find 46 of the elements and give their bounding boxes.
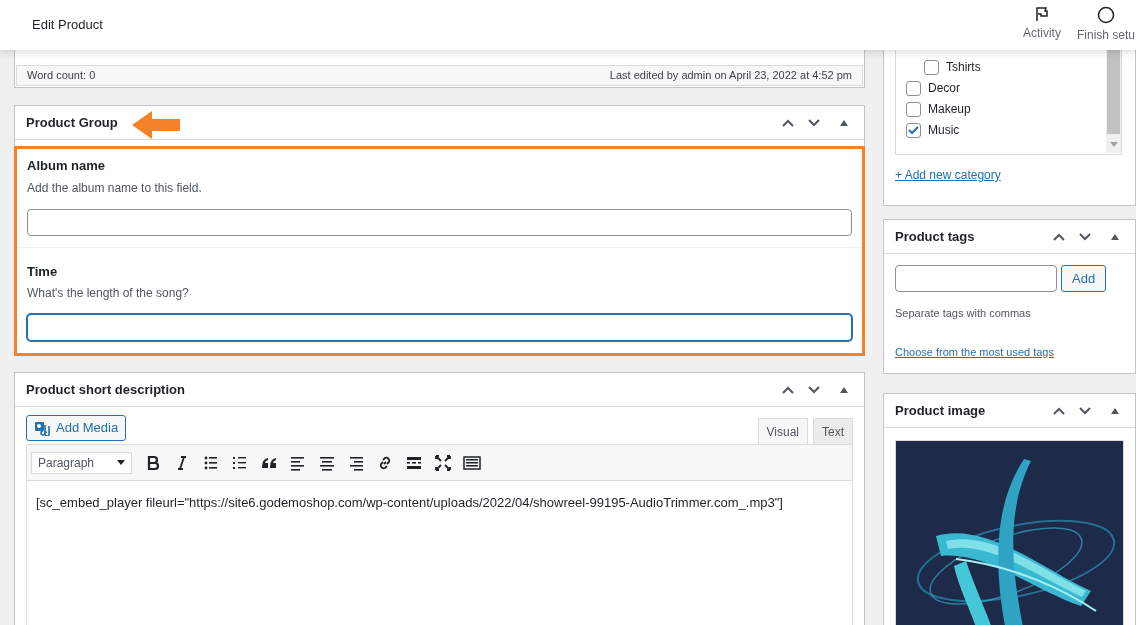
triangle-up-icon	[1110, 406, 1120, 415]
panel-title: Product short description	[26, 380, 185, 399]
triangle-up-icon	[1110, 232, 1120, 241]
media-icon	[34, 420, 50, 436]
category-option[interactable]: Tshirts	[924, 59, 981, 75]
caret-icon	[117, 460, 125, 465]
keyboard-icon	[463, 453, 481, 472]
most-used-tags-link[interactable]: Choose from the most used tags	[895, 343, 1054, 360]
check-icon	[908, 125, 919, 135]
panel-title: Product Group	[26, 113, 118, 132]
triangle-up-icon	[839, 118, 849, 127]
field-description: Add the album name to this field.	[27, 179, 203, 197]
text-field[interactable]	[27, 314, 852, 341]
category-option[interactable]: Makeup	[906, 101, 971, 117]
category-option[interactable]: Decor	[906, 80, 960, 96]
header-action-button[interactable]: Activity	[1022, 6, 1061, 42]
add-tag-button[interactable]: Add	[1061, 265, 1107, 292]
checkbox[interactable]	[906, 101, 921, 117]
tags-hint: Separate tags with commas	[895, 306, 1032, 321]
checkbox[interactable]	[906, 122, 921, 138]
format-select[interactable]: Paragraph	[31, 451, 132, 474]
add-category-link[interactable]: + Add new category	[895, 166, 1001, 184]
field-label: Time	[27, 262, 59, 281]
last-edited: Last edited by admin on April 23, 2022 at 4:52 pm	[609, 68, 852, 84]
scrollbar[interactable]	[1106, 50, 1121, 153]
panel-title: Product tags	[895, 227, 975, 246]
circle-icon	[1097, 6, 1115, 24]
field-description: What's the length of the song?	[27, 285, 190, 302]
checkbox[interactable]	[906, 80, 921, 96]
text-field[interactable]	[27, 208, 852, 236]
scroll-down-icon	[1110, 142, 1118, 147]
category-option[interactable]: Music	[906, 122, 960, 138]
fullscreen-icon	[434, 453, 452, 472]
editor-content: [sc_embed_player fileurl="https://site6.godemoshop.com/wp-content/uploads/2022/04/showreel-99195-AudioTrimmer.com_.mp3"]	[36, 494, 784, 512]
panel-title: Product image	[895, 401, 986, 420]
editor-tab[interactable]: Visual	[757, 418, 808, 444]
word-count: Word count: 0	[27, 68, 96, 84]
triangle-up-icon	[839, 385, 849, 394]
tag-input[interactable]	[895, 265, 1057, 292]
field-label: Album name	[27, 157, 106, 175]
page-title: Edit Product	[32, 16, 103, 35]
editor-tab[interactable]: Text	[813, 418, 853, 444]
flag-icon	[1033, 6, 1050, 22]
checkbox[interactable]	[924, 59, 939, 75]
add-media-button[interactable]: Add Media	[26, 415, 127, 441]
header-action-button[interactable]: Finish setu	[1076, 6, 1135, 44]
